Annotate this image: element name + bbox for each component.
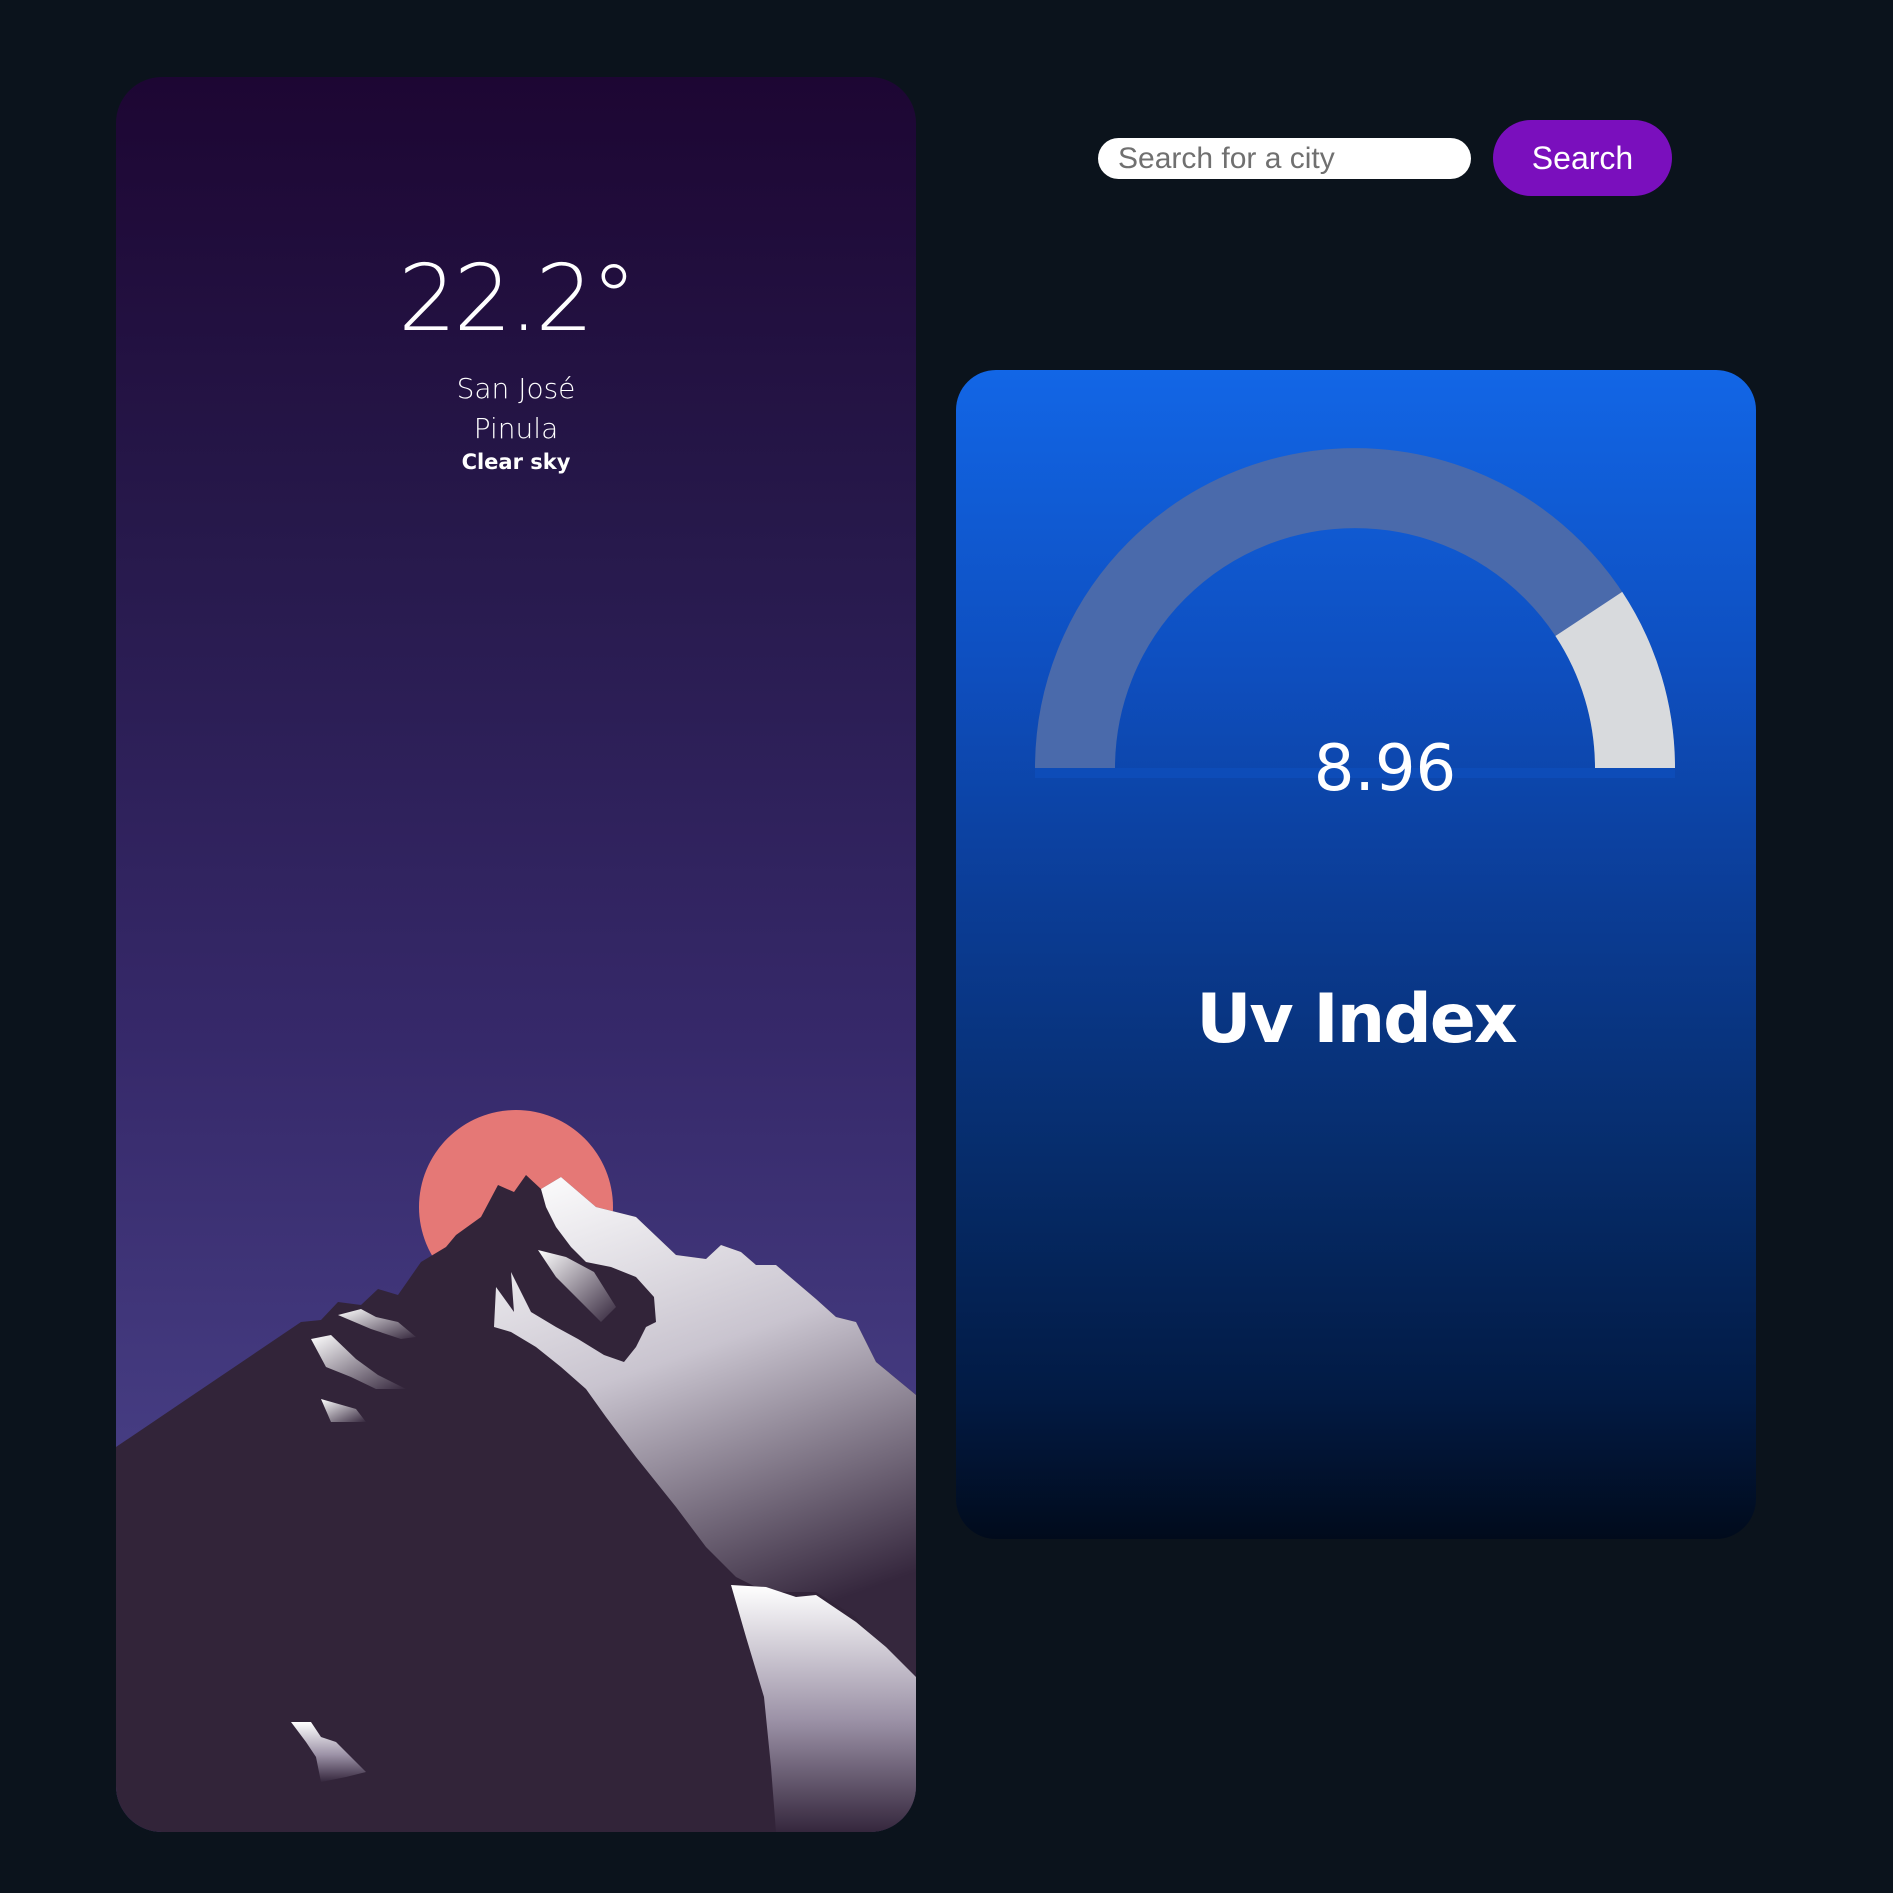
uv-gauge: [1035, 448, 1675, 778]
search-input[interactable]: [1098, 138, 1471, 179]
temperature: 22.2°: [398, 245, 637, 352]
uv-value: 8.96: [1313, 732, 1457, 806]
uv-label: Uv Index: [1196, 980, 1518, 1059]
city-name-line2: Pinula: [473, 412, 559, 445]
weather-card: 22.2° San José Pinula Clear sky: [116, 77, 916, 1832]
uv-index-card: 8.96 Uv Index: [956, 370, 1756, 1539]
city-name-line1: San José: [456, 372, 576, 405]
city-name: San José Pinula: [116, 369, 916, 449]
search-button[interactable]: Search: [1493, 120, 1672, 196]
weather-description: Clear sky: [461, 450, 571, 474]
uv-gauge-track: [1035, 448, 1675, 769]
